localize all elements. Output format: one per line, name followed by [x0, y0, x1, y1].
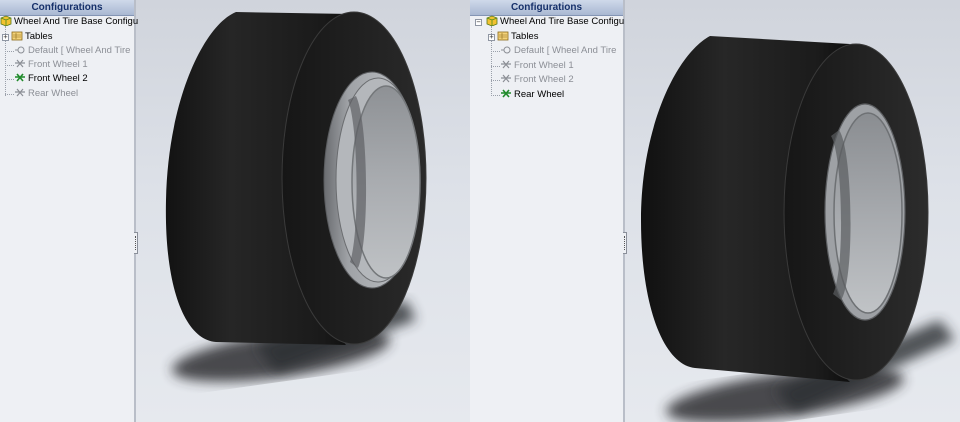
tree-connector	[5, 94, 14, 95]
tree-item-front-wheel-2[interactable]: Front Wheel 2	[14, 72, 88, 86]
expand-icon[interactable]: +	[2, 34, 9, 41]
tree-item-label: Default [ Wheel And Tire	[514, 45, 617, 56]
tree-connector	[5, 65, 14, 66]
tree-item-default[interactable]: Default [ Wheel And Tire	[500, 44, 616, 58]
tree-connector	[491, 51, 500, 52]
tire-model-front-wheel-2[interactable]	[136, 0, 470, 422]
part-icon	[0, 15, 12, 27]
tree-root-label: Wheel And Tire Base Configu	[14, 16, 139, 27]
expand-icon[interactable]: +	[488, 34, 495, 41]
tree-connector	[491, 95, 500, 96]
tree-item-default[interactable]: Default [ Wheel And Tire	[14, 44, 130, 58]
graphics-viewport[interactable]	[625, 0, 960, 422]
tree-item-label: Tables	[511, 31, 539, 42]
tree-item-label: Tables	[25, 31, 53, 42]
config-icon	[14, 44, 26, 55]
tables-folder-icon	[11, 30, 23, 41]
tree-item-label: Rear Wheel	[514, 89, 565, 100]
graphics-viewport[interactable]	[136, 0, 470, 422]
config-icon	[500, 73, 512, 84]
config-icon	[500, 44, 512, 55]
tree-item-front-wheel-1[interactable]: Front Wheel 1	[500, 59, 574, 73]
configurations-header: Configurations	[0, 0, 134, 16]
part-icon	[486, 15, 498, 27]
tree-item-label: Rear Wheel	[28, 88, 79, 99]
tire-model-rear-wheel[interactable]	[625, 0, 960, 422]
tree-item-tables[interactable]: + Tables	[2, 30, 52, 44]
right-configuration-window: Configurations − Wheel And Tire Base Con…	[470, 0, 960, 422]
config-icon	[500, 59, 512, 70]
configuration-manager-tree: Configurations Wheel And Tire Base Confi…	[0, 0, 138, 422]
left-configuration-window: Configurations Wheel And Tire Base Confi…	[0, 0, 470, 422]
tree-root-part[interactable]: Wheel And Tire Base Configu	[0, 15, 138, 29]
active-config-icon	[500, 88, 512, 99]
tree-item-label: Front Wheel 2	[514, 74, 574, 85]
tree-item-label: Front Wheel 1	[28, 59, 88, 70]
config-icon	[14, 87, 26, 98]
tables-folder-icon	[497, 30, 509, 41]
active-config-icon	[14, 72, 26, 83]
tree-item-front-wheel-1[interactable]: Front Wheel 1	[14, 58, 88, 72]
tree-item-rear-wheel[interactable]: Rear Wheel	[14, 87, 78, 101]
tree-connector	[5, 51, 14, 52]
tree-item-front-wheel-2[interactable]: Front Wheel 2	[500, 73, 574, 87]
tree-item-label: Front Wheel 1	[514, 60, 574, 71]
panel-divider	[623, 0, 625, 422]
tree-item-tables[interactable]: + Tables	[488, 30, 538, 44]
panel-divider	[134, 0, 136, 422]
tree-item-label: Default [ Wheel And Tire	[28, 45, 131, 56]
configurations-header: Configurations	[470, 0, 623, 16]
tree-item-label: Front Wheel 2	[28, 73, 88, 84]
tree-connector	[5, 79, 14, 80]
tree-root-label: Wheel And Tire Base Configu	[500, 16, 625, 27]
tree-root-part[interactable]: Wheel And Tire Base Configu	[486, 15, 624, 29]
tree-connector	[491, 66, 500, 67]
tree-connector	[491, 80, 500, 81]
config-icon	[14, 58, 26, 69]
tree-item-rear-wheel[interactable]: Rear Wheel	[500, 88, 564, 102]
configuration-manager-tree: Configurations − Wheel And Tire Base Con…	[470, 0, 624, 422]
collapse-icon[interactable]: −	[475, 19, 482, 26]
